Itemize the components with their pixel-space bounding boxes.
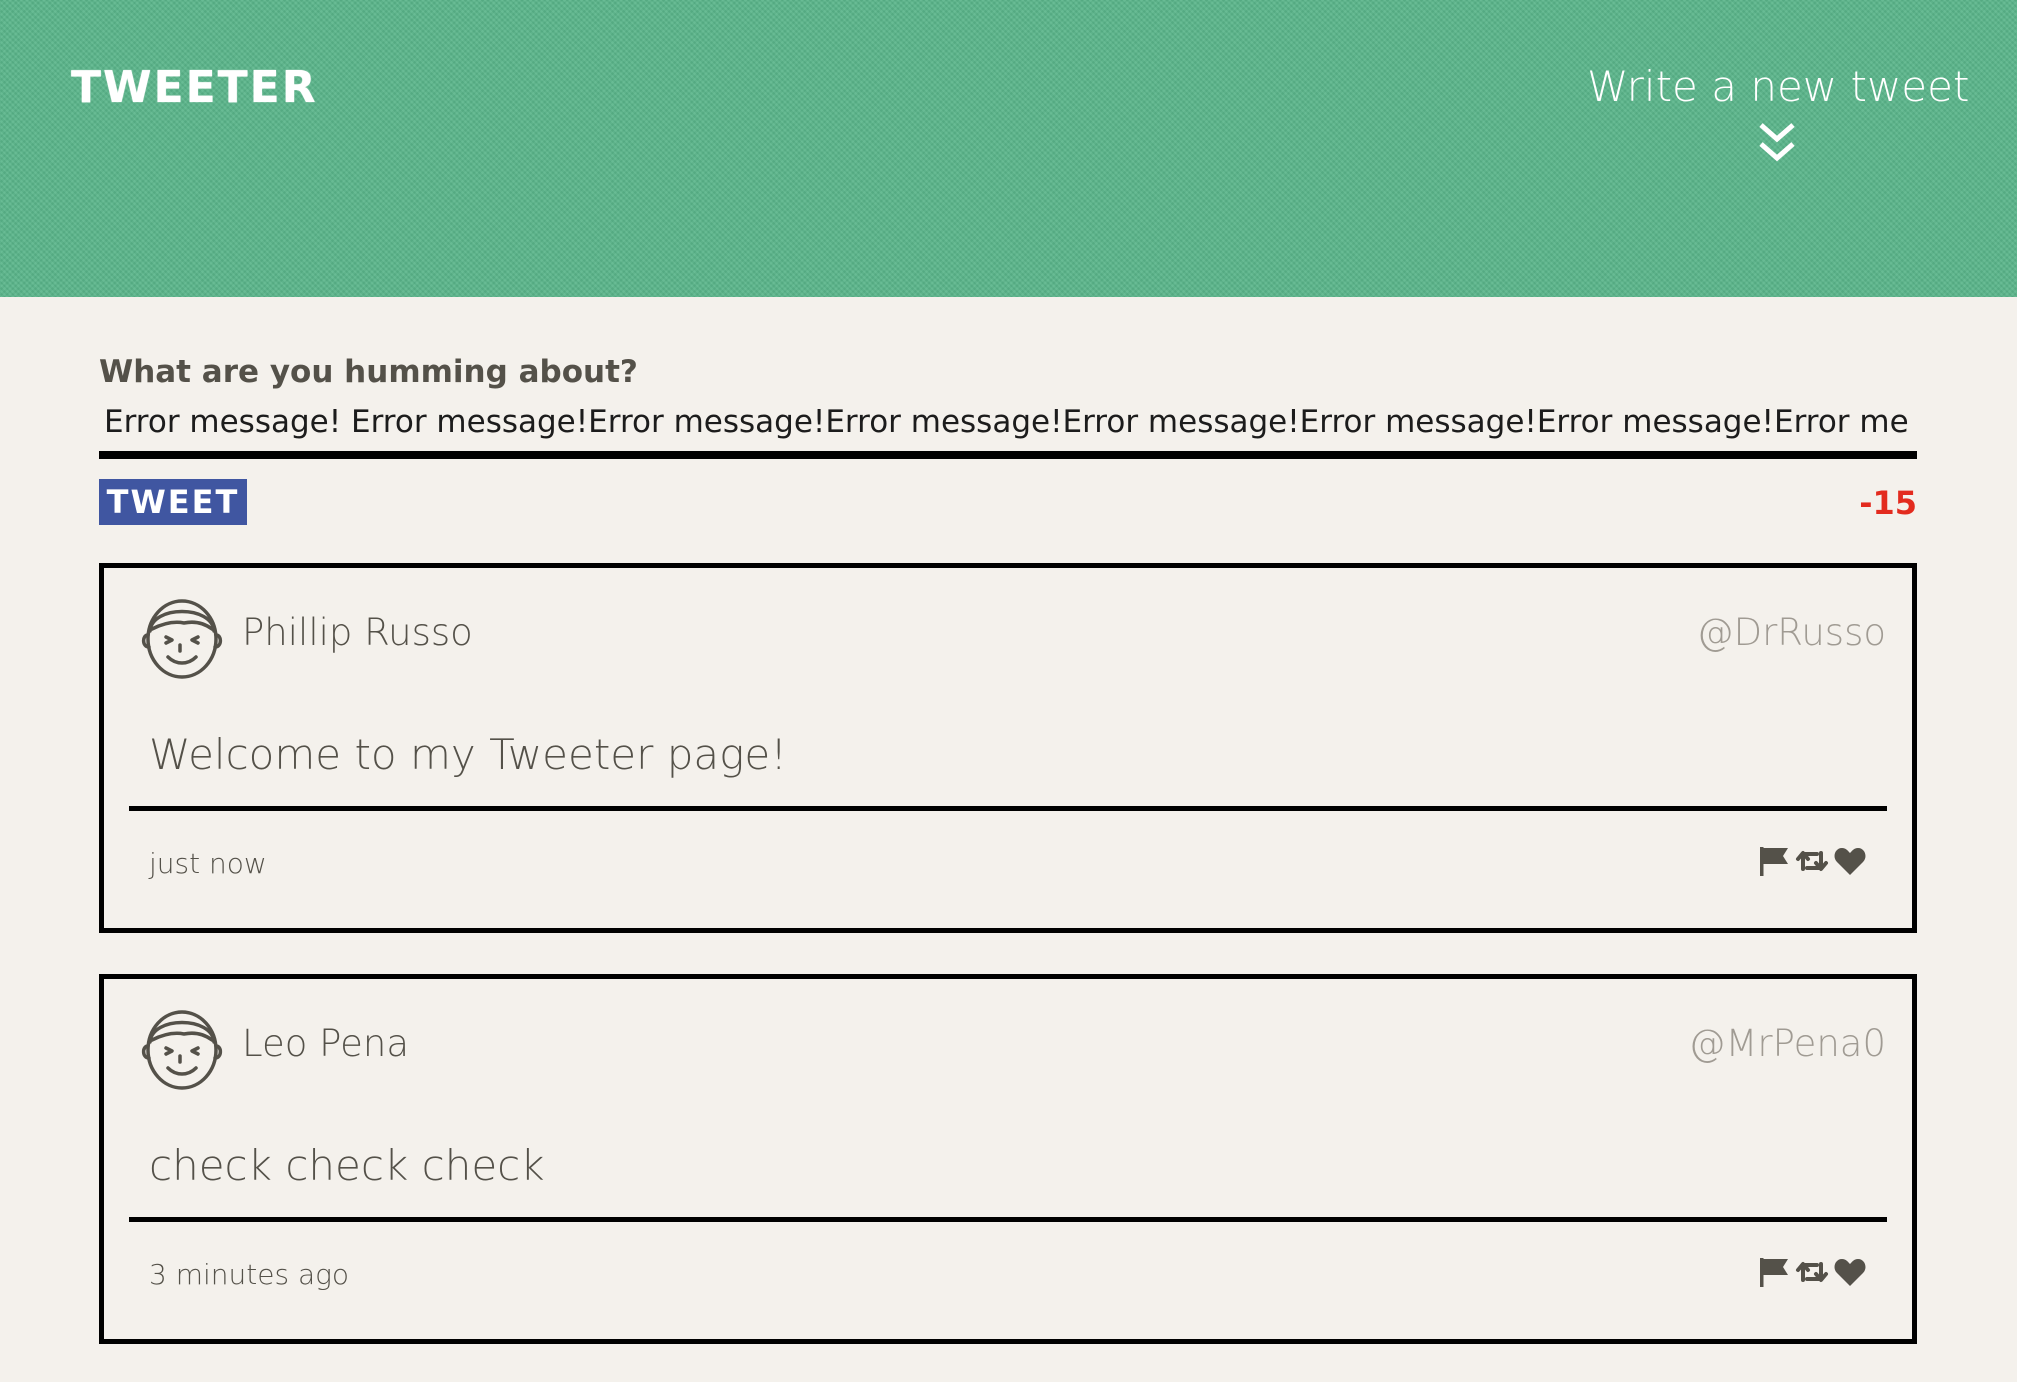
tweet-submit-button[interactable]: TWEET [99,479,247,525]
tweet-card: Phillip Russo @DrRusso Welcome to my Twe… [99,563,1917,933]
tweet-divider [129,1217,1887,1222]
flag-icon[interactable] [1757,1256,1791,1288]
retweet-icon[interactable] [1795,845,1829,877]
flag-icon[interactable] [1757,845,1791,877]
brand-logo[interactable]: TWEETER [71,66,318,110]
write-new-tweet-label: Write a new tweet [1587,62,1970,111]
tweet-actions [1757,1255,1867,1289]
heart-icon[interactable] [1833,1256,1867,1288]
double-chevron-down-icon [1759,123,1795,162]
tweet-actions [1757,844,1867,878]
tweet-divider [129,806,1887,811]
write-new-tweet-toggle[interactable]: Write a new tweet [1587,62,1970,176]
page: TWEETER Write a new tweet What are you h… [0,0,2017,1382]
retweet-icon[interactable] [1795,1256,1829,1288]
smiling-face-avatar-icon [141,599,223,679]
tweet-card: Leo Pena @MrPena0 check check check 3 mi… [99,974,1917,1344]
tweet-body: Welcome to my Tweeter page! [149,730,788,779]
new-tweet-form: What are you humming about? Error messag… [99,354,1917,525]
top-nav: TWEETER Write a new tweet [0,0,2017,297]
smiling-face-avatar-icon [141,1010,223,1090]
char-counter: -15 [1859,484,1917,522]
tweet-timestamp: just now [149,847,267,880]
tweet-author-name: Phillip Russo [242,611,473,654]
compose-question-label: What are you humming about? [99,354,638,390]
tweet-author-handle: @DrRusso [1696,611,1886,654]
tweet-text-input[interactable]: Error message! Error message!Error messa… [99,405,1917,459]
tweet-timestamp: 3 minutes ago [149,1258,350,1291]
heart-icon[interactable] [1833,845,1867,877]
tweet-text-value: Error message! Error message!Error messa… [104,405,1909,440]
tweet-body: check check check [149,1141,545,1190]
tweet-author-name: Leo Pena [242,1022,410,1065]
tweet-author-handle: @MrPena0 [1688,1022,1886,1065]
